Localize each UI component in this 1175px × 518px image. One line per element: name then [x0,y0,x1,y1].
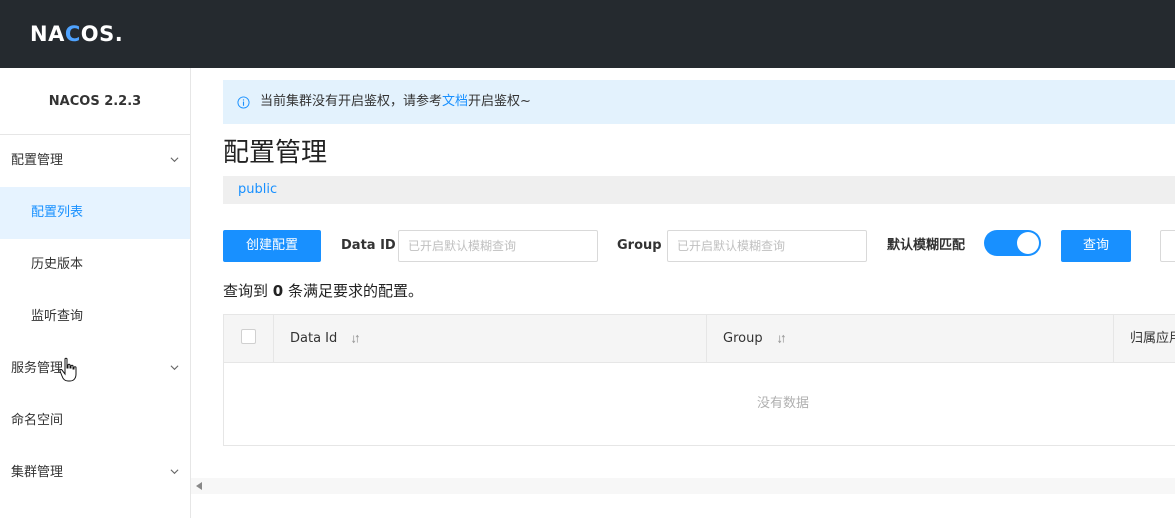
docs-link[interactable]: 文档 [442,94,468,109]
select-all-checkbox[interactable] [241,329,256,344]
sort-icon[interactable] [351,334,360,344]
result-prefix: 查询到 [223,282,269,300]
sidebar-item-config-management[interactable]: 配置管理 [0,135,190,187]
sidebar-item-label: 服务管理 [11,361,64,376]
sidebar-item-namespace[interactable]: 命名空间 [0,395,190,447]
info-icon [237,96,250,109]
toggle-knob [1017,232,1039,254]
chevron-down-icon [170,365,179,371]
group-label: Group [617,238,662,253]
result-count: 0 [272,282,284,300]
column-header-label: 归属应用 [1130,331,1175,346]
create-config-button[interactable]: 创建配置 [223,230,321,262]
dataid-label: Data ID [341,238,396,253]
chevron-down-icon [170,469,179,475]
namespace-bar: public [223,176,1175,204]
nacos-logo[interactable]: NACOS. [30,22,123,46]
sidebar: NACOS 2.2.3 配置管理 配置列表 历史版本 监听查询 服务管理 命名空… [0,68,191,518]
empty-state-text: 没有数据 [756,396,809,411]
chevron-down-icon [170,157,179,163]
notice-text: 当前集群没有开启鉴权，请参考 [260,94,443,109]
page-title: 配置管理 [223,138,328,168]
sort-icon[interactable] [777,334,786,344]
sidebar-item-label: 配置列表 [31,205,84,220]
scroll-left-arrow-icon[interactable] [195,481,203,491]
fuzzy-match-toggle[interactable] [984,230,1041,256]
notice-text-suffix: 开启鉴权~ [468,94,531,109]
result-suffix: 条满足要求的配置。 [288,282,424,300]
top-navbar: NACOS. [0,0,1175,68]
sidebar-item-label: 监听查询 [31,309,84,324]
result-summary: 查询到 0 条满足要求的配置。 [223,280,423,301]
sidebar-item-history[interactable]: 历史版本 [0,239,190,291]
namespace-public[interactable]: public [238,182,277,197]
auth-notice-banner: 当前集群没有开启鉴权，请参考文档开启鉴权~ [223,80,1175,124]
main-content: 当前集群没有开启鉴权，请参考文档开启鉴权~ 配置管理 public 创建配置 D… [191,68,1175,518]
hand-cursor-icon [59,357,77,382]
sidebar-item-listener-query[interactable]: 监听查询 [0,291,190,343]
sidebar-item-config-list[interactable]: 配置列表 [0,187,190,239]
group-input[interactable] [667,230,867,262]
sidebar-item-label: 集群管理 [11,465,64,480]
column-app[interactable]: 归属应用 [1114,315,1175,363]
sidebar-item-cluster-management[interactable]: 集群管理 [0,447,190,499]
horizontal-scrollbar[interactable] [191,478,1175,494]
fuzzy-match-label: 默认模糊匹配 [887,238,966,253]
sidebar-item-label: 命名空间 [11,413,64,428]
column-header-label: Group [723,331,763,346]
dataid-input[interactable] [398,230,598,262]
sidebar-item-label: 历史版本 [31,257,84,272]
config-table: Data Id Group 归属应用 没有数据 [223,314,1175,446]
sidebar-item-label: 配置管理 [11,153,64,168]
advanced-query-input[interactable] [1160,230,1175,262]
query-button[interactable]: 查询 [1061,230,1131,262]
version-label: NACOS 2.2.3 [0,68,190,135]
column-group[interactable]: Group [707,315,1114,363]
sidebar-item-service-management[interactable]: 服务管理 [0,343,190,395]
select-all-cell [224,315,274,363]
table-header: Data Id Group 归属应用 [224,315,1175,363]
column-header-label: Data Id [290,331,338,346]
column-dataid[interactable]: Data Id [274,315,707,363]
